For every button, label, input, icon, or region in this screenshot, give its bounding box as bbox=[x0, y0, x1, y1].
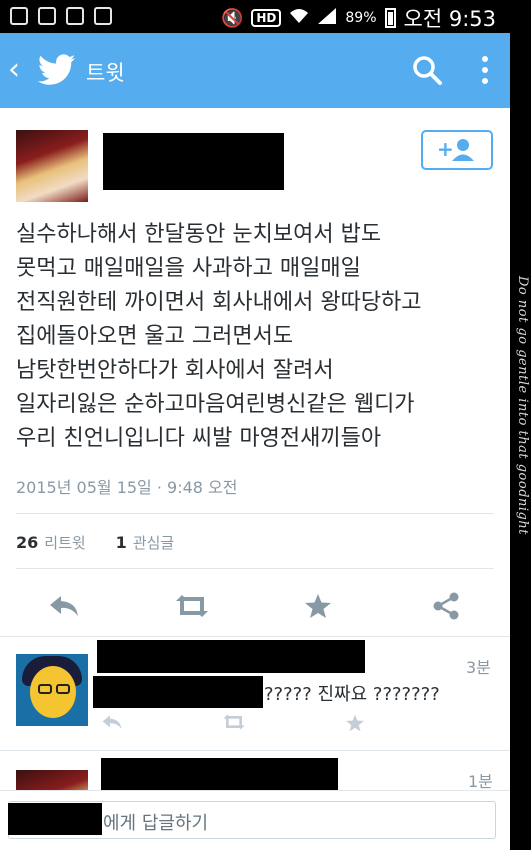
redacted-author-name bbox=[103, 133, 284, 190]
tweet-line: 우리 친언니입니다 씨발 마영전새끼들아 bbox=[16, 426, 382, 451]
clock: 오전 9:53 bbox=[403, 7, 496, 31]
add-user-icon: + bbox=[437, 138, 474, 161]
status-left-icons bbox=[10, 7, 112, 25]
tweet-line: 전직원한테 까이면서 회사내에서 왕따당하고 bbox=[16, 290, 422, 315]
reply-timestamp: 3분 bbox=[466, 658, 491, 677]
battery-icon bbox=[384, 8, 396, 28]
redacted-reply-author bbox=[101, 758, 338, 794]
signal-icon bbox=[317, 7, 337, 30]
status-bar: 🔇 HD 89% 오전 9:53 bbox=[0, 0, 510, 33]
side-caption: Do not go gentle into that goodnight bbox=[515, 276, 530, 535]
favorite-star-icon[interactable] bbox=[298, 588, 338, 624]
retweet-icon[interactable] bbox=[222, 714, 246, 735]
reply-icon[interactable] bbox=[102, 714, 122, 735]
tweet-timestamp: 2015년 05월 15일 · 9:48 오전 bbox=[16, 478, 238, 497]
tweet-line: 남탓한번안하다가 회사에서 잘려서 bbox=[16, 358, 334, 383]
back-icon[interactable]: ‹ bbox=[8, 55, 20, 85]
divider bbox=[16, 568, 494, 569]
tweet-text: 실수하나해서 한달동안 눈치보여서 밥도 못먹고 매일매일을 사과하고 매일매일… bbox=[16, 218, 501, 456]
author-avatar[interactable] bbox=[16, 130, 88, 202]
reply-placeholder: 에게 답글하기 bbox=[103, 813, 209, 834]
page-title: 트윗 bbox=[86, 61, 125, 85]
tweet-actions bbox=[0, 588, 510, 624]
like-count[interactable]: 1 bbox=[116, 533, 127, 552]
image-icon bbox=[38, 7, 56, 25]
phone-screen: 🔇 HD 89% 오전 9:53 ‹ 트윗 + 실수하나해서 한달동안 눈치보여… bbox=[0, 0, 510, 850]
svg-text:+: + bbox=[437, 138, 454, 161]
battery-percent: 89% bbox=[345, 10, 377, 26]
retweet-count[interactable]: 26 bbox=[16, 533, 38, 552]
status-right: 🔇 HD 89% 오전 9:53 bbox=[221, 3, 496, 33]
phone-update-icon bbox=[66, 7, 84, 25]
divider bbox=[16, 513, 494, 514]
tweet-line: 못먹고 매일매일을 사과하고 매일매일 bbox=[16, 256, 361, 281]
overflow-menu-icon[interactable] bbox=[478, 53, 492, 89]
reply-icon[interactable] bbox=[44, 588, 84, 624]
divider bbox=[0, 636, 510, 637]
wifi-icon bbox=[289, 7, 309, 30]
reply-bar: 에게 답글하기 bbox=[0, 790, 510, 850]
retweet-label[interactable]: 리트윗 bbox=[44, 532, 85, 553]
redacted-reply-target bbox=[8, 803, 102, 835]
follow-button[interactable]: + bbox=[421, 130, 493, 170]
like-label[interactable]: 관심글 bbox=[133, 532, 174, 553]
reply-text: ????? 진짜요 ??????? bbox=[264, 684, 440, 705]
g-icon bbox=[10, 7, 28, 25]
share-icon[interactable] bbox=[426, 588, 466, 624]
divider bbox=[0, 750, 510, 751]
tweet-line: 집에돌아오면 울고 그러면서도 bbox=[16, 324, 294, 349]
app-bar: ‹ 트윗 bbox=[0, 33, 510, 108]
mute-icon: 🔇 bbox=[220, 7, 244, 29]
search-icon[interactable] bbox=[412, 55, 442, 85]
tweet-line: 실수하나해서 한달동안 눈치보여서 밥도 bbox=[16, 222, 382, 247]
twitter-bird-icon[interactable] bbox=[38, 53, 76, 87]
hd-icon: HD bbox=[251, 9, 282, 27]
recycle-icon bbox=[94, 7, 112, 25]
redacted-mention bbox=[93, 676, 263, 708]
tweet-line: 일자리잃은 순하고마음여린병신같은 웹디가 bbox=[16, 392, 415, 417]
reply-actions bbox=[0, 714, 510, 738]
retweet-icon[interactable] bbox=[172, 588, 212, 624]
favorite-star-icon[interactable] bbox=[345, 714, 365, 737]
reply-timestamp: 1분 bbox=[468, 772, 493, 791]
redacted-reply-author bbox=[97, 640, 365, 673]
tweet-stats: 26 리트윗 1 관심글 bbox=[16, 532, 174, 553]
